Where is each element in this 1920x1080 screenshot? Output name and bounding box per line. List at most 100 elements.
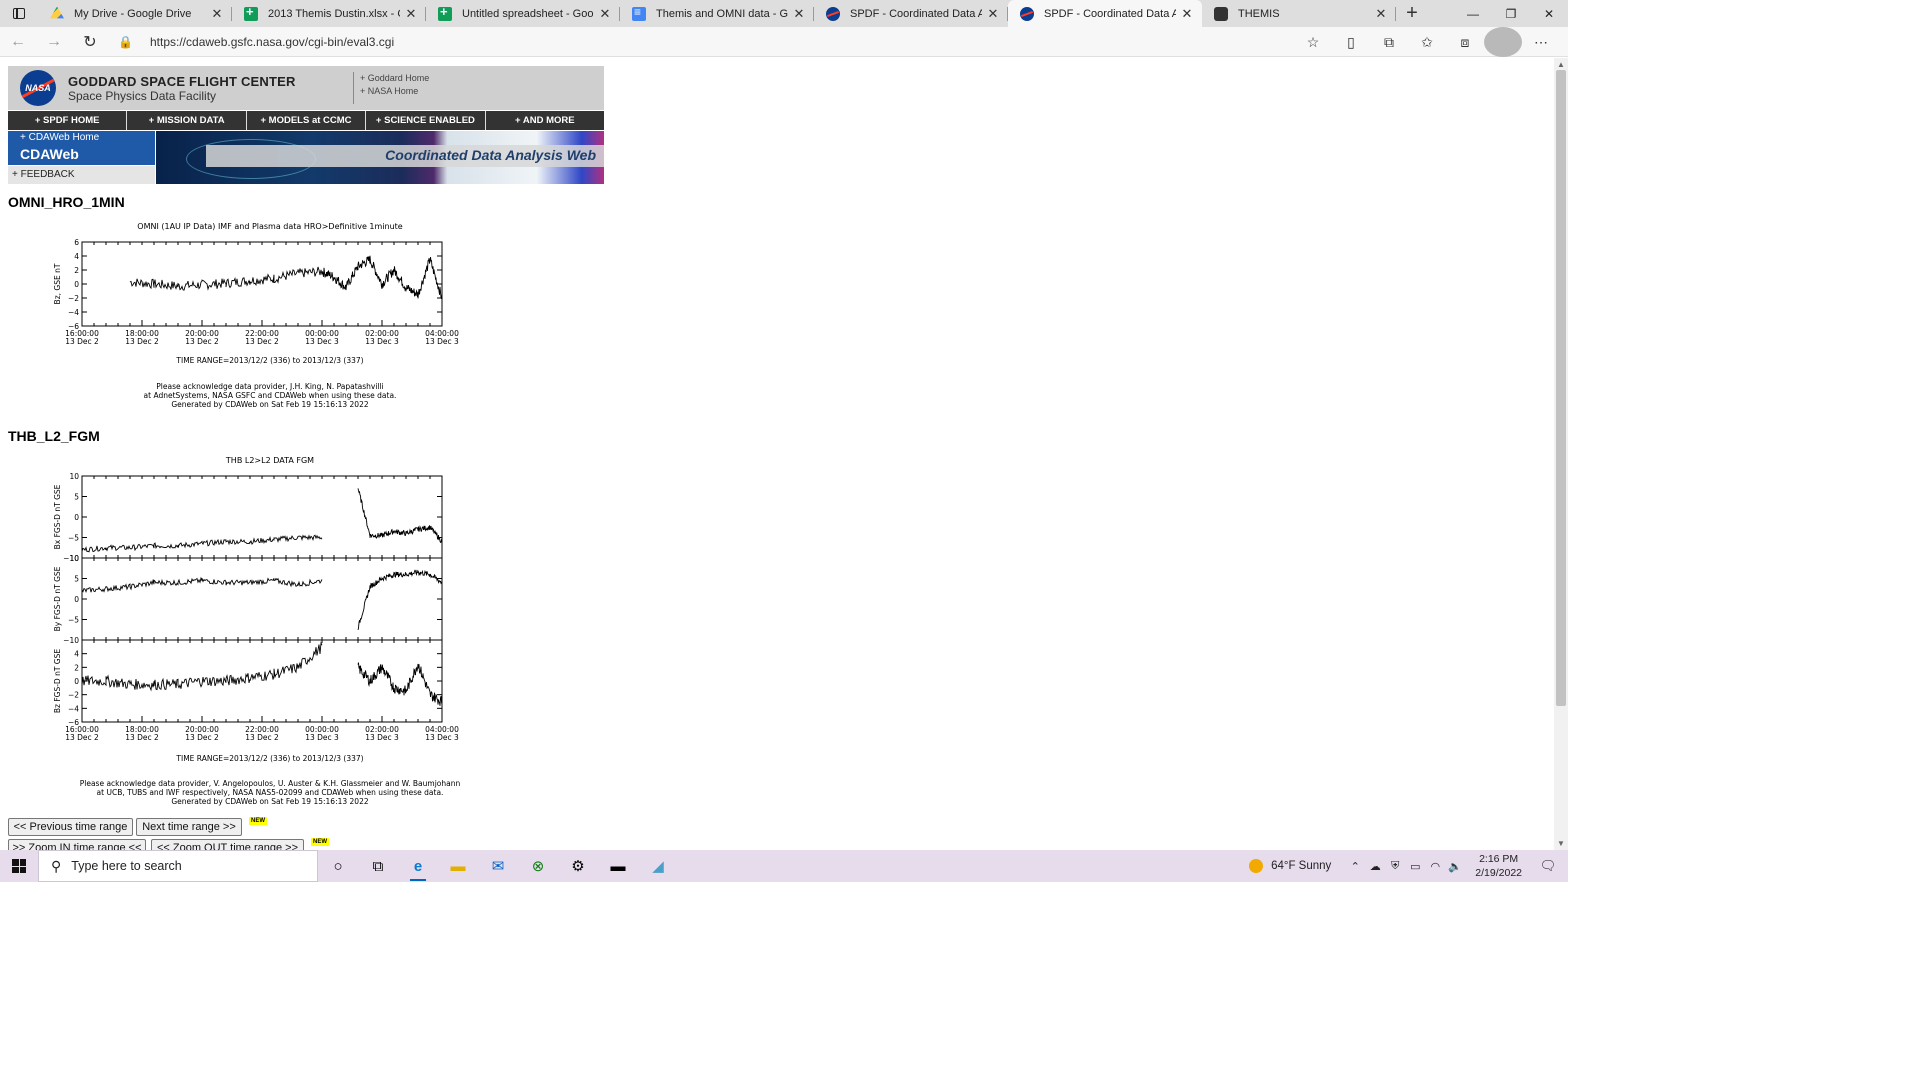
settings-icon[interactable]: ⚙ xyxy=(558,850,598,882)
thb-plot-svg: THB L2>L2 DATA FGM 10 5 0 −5 −10 Bx FGS-D nT … xyxy=(53,456,460,806)
sun-icon xyxy=(1249,859,1264,873)
y-tick-label: 0 xyxy=(74,677,79,686)
onedrive-icon[interactable]: ☁ xyxy=(1365,860,1385,873)
tab-1[interactable]: 2013 Themis Dustin.xlsx - Googl ✕ xyxy=(232,0,426,27)
wifi-icon[interactable]: ◠ xyxy=(1425,860,1445,873)
thb-axes: 1050−5−10Bx FGS-D nT GSE1050−5−10By FGS-… xyxy=(53,472,459,742)
series-line xyxy=(357,569,443,631)
favorite-add-icon[interactable]: ☆ xyxy=(1294,27,1332,57)
system-tray: 64°F Sunny ⌃ ☁ ⛨ ▭ ◠ 🔈 2:16 PM 2/19/2022… xyxy=(1249,850,1568,882)
close-tab-icon[interactable]: ✕ xyxy=(210,6,224,22)
close-window-icon[interactable]: ✕ xyxy=(1530,0,1568,27)
next-time-range-button[interactable]: Next time range >> xyxy=(136,818,242,836)
battery-icon[interactable]: ▭ xyxy=(1405,860,1425,873)
zoom-in-button[interactable]: >> Zoom IN time range << xyxy=(8,839,146,850)
collections-icon[interactable]: ⧈ xyxy=(1446,27,1484,57)
lock-icon[interactable]: 🔒 xyxy=(118,35,136,49)
tab-4[interactable]: SPDF - Coordinated Data Analys ✕ xyxy=(814,0,1008,27)
menu-models-ccmc[interactable]: + MODELS at CCMC xyxy=(247,111,367,130)
ack-line-1: Please acknowledge data provider, J.H. K… xyxy=(156,382,383,391)
plot-title: THB L2>L2 DATA FGM xyxy=(225,456,314,465)
tab-6[interactable]: THEMIS ✕ xyxy=(1202,0,1396,27)
x-tick-date: 13 Dec 2 xyxy=(245,733,279,742)
close-tab-icon[interactable]: ✕ xyxy=(1180,6,1194,22)
tab-3[interactable]: Themis and OMNI data - Google ✕ xyxy=(620,0,814,27)
y-tick-label: 2 xyxy=(74,266,79,275)
y-tick-label: 4 xyxy=(74,650,79,659)
back-icon[interactable]: ← xyxy=(0,27,36,57)
nasa-icon xyxy=(1020,6,1034,21)
header-top: NASA GODDARD SPACE FLIGHT CENTER Space P… xyxy=(8,66,604,110)
scrollbar-thumb[interactable] xyxy=(1556,70,1566,706)
series-line xyxy=(357,488,443,543)
close-tab-icon[interactable]: ✕ xyxy=(986,6,1000,22)
org-title: GODDARD SPACE FLIGHT CENTER xyxy=(68,74,296,89)
app-icon[interactable]: ◢ xyxy=(638,850,678,882)
nasa-home-link[interactable]: + NASA Home xyxy=(360,85,429,98)
menu-science-enabled[interactable]: + SCIENCE ENABLED xyxy=(366,111,486,130)
menu-and-more[interactable]: + AND MORE xyxy=(486,111,604,130)
tab-5[interactable]: SPDF - Coordinated Data Analys ✕ xyxy=(1008,0,1202,27)
weather-widget[interactable]: 64°F Sunny xyxy=(1249,859,1331,873)
themis-icon xyxy=(1214,6,1228,21)
close-tab-icon[interactable]: ✕ xyxy=(404,6,418,22)
mail-icon[interactable]: ✉ xyxy=(478,850,518,882)
tab-2[interactable]: Untitled spreadsheet - Google S ✕ xyxy=(426,0,620,27)
security-icon[interactable]: ⛨ xyxy=(1385,860,1405,873)
nasa-icon xyxy=(826,6,840,21)
close-tab-icon[interactable]: ✕ xyxy=(792,6,806,22)
x-tick-date: 13 Dec 3 xyxy=(425,733,459,742)
refresh-icon[interactable]: ↻ xyxy=(72,27,108,57)
chevron-up-icon[interactable]: ⌃ xyxy=(1345,860,1365,873)
favorites-icon[interactable]: ✩ xyxy=(1408,27,1446,57)
start-button[interactable] xyxy=(0,850,38,882)
nasa-logo[interactable]: NASA xyxy=(20,70,56,106)
goddard-home-link[interactable]: + Goddard Home xyxy=(360,72,429,85)
x-tick-date: 13 Dec 2 xyxy=(185,733,219,742)
spdf-header: NASA GODDARD SPACE FLIGHT CENTER Space P… xyxy=(8,66,604,184)
taskbar-search[interactable]: ⚲ Type here to search xyxy=(38,850,318,882)
scroll-down-icon[interactable]: ▼ xyxy=(1557,839,1565,848)
page-scrollbar[interactable]: ▲ ▼ xyxy=(1554,58,1568,850)
task-view-icon[interactable]: ⧉ xyxy=(358,850,398,882)
cdaweb-home-link[interactable]: + CDAWeb Home xyxy=(20,132,99,143)
forward-icon[interactable]: → xyxy=(36,27,72,57)
tab-0[interactable]: My Drive - Google Drive ✕ xyxy=(38,0,232,27)
close-tab-icon[interactable]: ✕ xyxy=(1374,6,1388,22)
extensions-icon[interactable]: ⧉ xyxy=(1370,27,1408,57)
menu-mission-data[interactable]: + MISSION DATA xyxy=(127,111,247,130)
previous-time-range-button[interactable]: << Previous time range xyxy=(8,818,133,836)
y-axis-label: Bx FGS-D nT GSE xyxy=(53,484,62,549)
terminal-icon[interactable]: ▬ xyxy=(598,850,638,882)
clock-time: 2:16 PM xyxy=(1479,853,1519,865)
tab-actions-button[interactable] xyxy=(0,0,38,27)
notifications-icon[interactable]: 🗨 xyxy=(1536,858,1560,874)
x-tick-date: 13 Dec 3 xyxy=(365,337,399,346)
cortana-icon[interactable]: ○ xyxy=(318,850,358,882)
edge-icon[interactable]: e xyxy=(398,850,438,882)
y-axis-label: Bz, GSE nT xyxy=(53,263,62,304)
clock[interactable]: 2:16 PM 2/19/2022 xyxy=(1475,852,1522,880)
restore-icon[interactable]: ❐ xyxy=(1492,0,1530,27)
xbox-icon[interactable]: ⊗ xyxy=(518,850,558,882)
scroll-up-icon[interactable]: ▲ xyxy=(1557,60,1565,69)
x-tick-date: 13 Dec 2 xyxy=(125,733,159,742)
feedback-link[interactable]: + FEEDBACK xyxy=(8,166,155,184)
more-menu-icon[interactable]: ⋯ xyxy=(1522,27,1560,57)
new-tab-button[interactable]: + xyxy=(1396,0,1428,27)
new-badge: NEW xyxy=(311,838,329,846)
windows-icon xyxy=(12,859,26,873)
file-explorer-icon[interactable]: ▬ xyxy=(438,850,478,882)
profile-button[interactable] xyxy=(1484,27,1522,57)
menu-spdf-home[interactable]: + SPDF HOME xyxy=(8,111,128,130)
omni-axes: 6420−2−4−6Bz, GSE nT16:00:0013 Dec 218:0… xyxy=(53,238,459,346)
volume-icon[interactable]: 🔈 xyxy=(1445,860,1465,873)
close-tab-icon[interactable]: ✕ xyxy=(598,6,612,22)
org-subtitle: Space Physics Data Facility xyxy=(68,89,217,103)
minimize-icon[interactable]: — xyxy=(1454,0,1492,27)
reading-view-icon[interactable]: ▯ xyxy=(1332,27,1370,57)
zoom-out-button[interactable]: << Zoom OUT time range >> xyxy=(151,839,304,850)
cdaweb-home-block[interactable]: + CDAWeb Home CDAWeb xyxy=(8,131,155,165)
address-bar[interactable]: 🔒 https://cdaweb.gsfc.nasa.gov/cgi-bin/e… xyxy=(118,30,1338,54)
navigation-bar: ← → ↻ 🔒 https://cdaweb.gsfc.nasa.gov/cgi… xyxy=(0,27,1568,57)
